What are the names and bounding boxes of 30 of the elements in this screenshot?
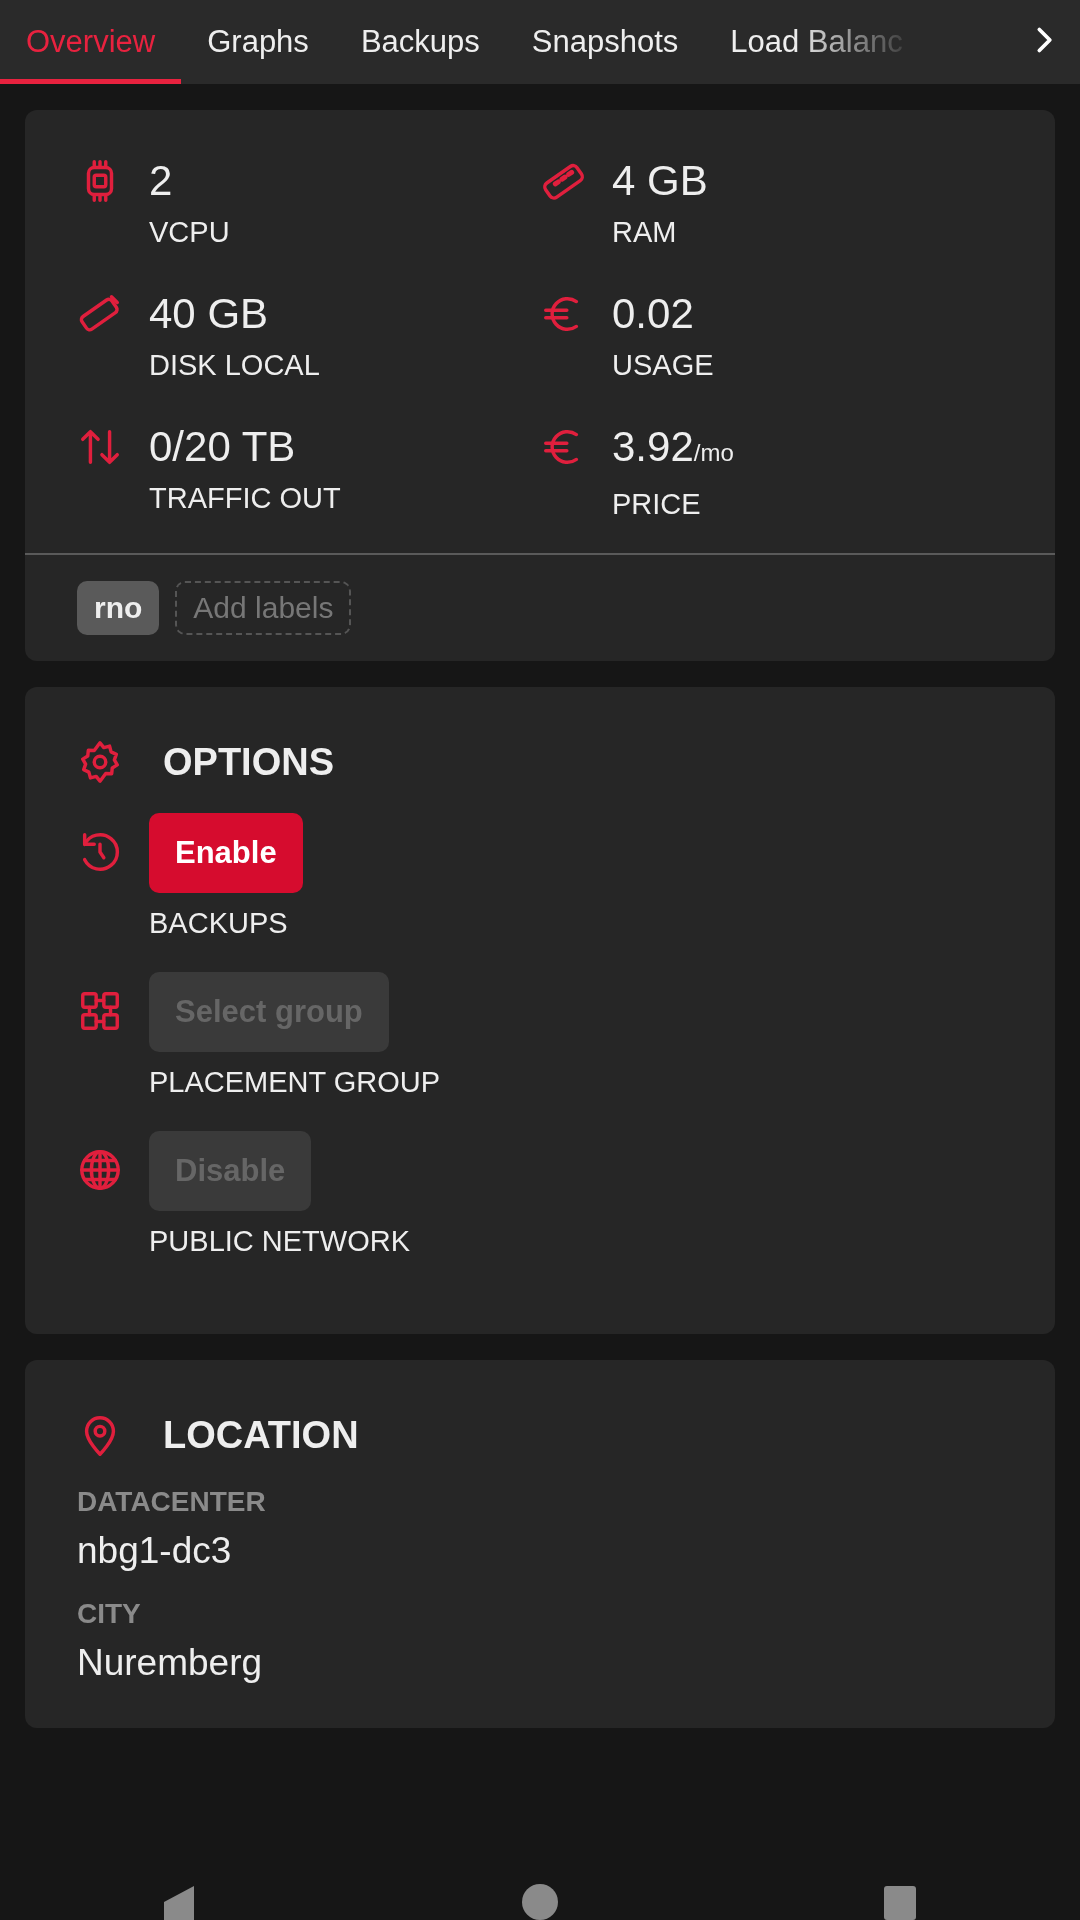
field-label: DATACENTER [77,1486,267,1518]
tab[interactable]: Backups [334,0,506,84]
home-icon[interactable] [520,1882,560,1920]
spec-label: TRAFFIC OUT [149,482,341,515]
spec-label: VCPU [149,216,230,249]
label-tag[interactable]: rno [77,581,160,635]
section-title: LOCATION [163,1413,359,1457]
spec-value: 0.02 [612,289,695,339]
spec-value: 0/20 TB [149,422,297,472]
option-label: PLACEMENT GROUP [149,1066,441,1099]
tab[interactable]: Graphs [181,0,335,84]
globe-icon [77,1147,123,1193]
tab[interactable]: Overview [0,0,182,84]
spec-label: PRICE [612,488,702,521]
spec-label: RAM [612,216,678,249]
add-labels-button[interactable]: Add labels [175,581,352,635]
spec-value: 40 GB [149,289,270,339]
option-button[interactable]: Enable [149,813,303,893]
section-title: OPTIONS [163,740,335,784]
option-label: PUBLIC NETWORK [149,1225,411,1258]
field-label: CITY [77,1598,142,1630]
tab[interactable]: Snapshots [505,0,705,84]
field-value: Nuremberg [77,1642,264,1684]
spec-label: DISK LOCAL [149,349,320,382]
spec-value: 3.92/mo [612,422,734,472]
spec-value: 4 GB [612,156,708,206]
field-value: nbg1-dc3 [77,1530,233,1572]
option-label: BACKUPS [149,907,289,940]
spec-value: 2 [149,156,174,206]
spec-label: USAGE [612,349,714,382]
